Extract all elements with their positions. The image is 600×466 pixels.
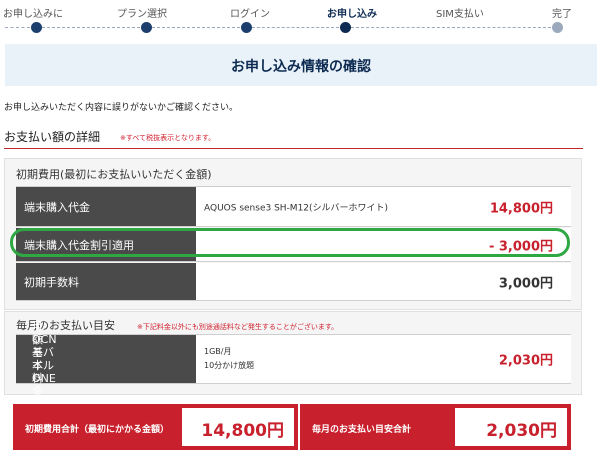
step-label-login: ログイン: [230, 9, 270, 20]
step-line: [351, 27, 551, 28]
page-title-band: お申し込み情報の確認: [5, 44, 597, 86]
initial-total-value: 14,800円: [201, 421, 284, 441]
step-line: [252, 27, 339, 28]
section-divider: [4, 148, 583, 149]
monthly-table: OCN モバイル ONE 月額基本料金 1GB/月 10分かけ放題 2,030円: [16, 320, 571, 398]
step-dot-login: [241, 22, 252, 33]
progress-steps: お申し込みに プラン選択 ログイン お申し込み SIM支払い 完了: [0, 0, 600, 40]
table-row: OCN モバイル ONE 月額基本料金 1GB/月 10分かけ放題 2,030円: [16, 320, 571, 398]
initial-fees-heading: 初期費用(最初にお支払いいただく金額): [16, 168, 212, 181]
table-row: 端末購入代金 AQUOS sense3 SH-M12(シルバーホワイト) 14,…: [16, 187, 571, 227]
step-label-sim-payment: SIM支払い: [436, 9, 484, 20]
tax-note: ※すべて税抜表示となります。: [120, 134, 216, 142]
initial-fee: 3,000円: [498, 276, 553, 291]
page-title: お申し込み情報の確認: [231, 59, 371, 75]
monthly-price: 2,030円: [498, 353, 553, 369]
step-dot-complete: [552, 22, 563, 33]
monthly-total-value: 2,030円: [486, 421, 557, 441]
step-label-plan: プラン選択: [117, 9, 167, 20]
monthly-heading: 毎月のお支払い目安: [16, 319, 115, 332]
step-label-complete: 完了: [552, 9, 572, 20]
plan-data: 1GB/月: [204, 347, 232, 356]
monthly-total-label: 毎月のお支払い目安合計: [312, 425, 412, 435]
row-label-device-price: 端末購入代金: [24, 200, 90, 214]
step-line: [5, 27, 30, 28]
step-dot-apply-intro: [31, 22, 42, 33]
row-label-initial-fee: 初期手数料: [24, 275, 79, 289]
plan-fee-label: 月額基本料金: [32, 320, 43, 398]
payment-section-title: お支払い額の詳細: [4, 130, 101, 144]
initial-total-box: 初期費用合計（最初にかかる金額） 14,800円: [13, 404, 298, 450]
plan-calls: 10分かけ放題: [204, 361, 255, 370]
initial-total-label: 初期費用合計（最初にかかる金額）: [25, 425, 170, 435]
step-label-apply-intro: お申し込みに: [3, 9, 63, 20]
table-row: 初期手数料 3,000円: [16, 263, 571, 301]
step-line: [42, 27, 140, 28]
monthly-total-box: 毎月のお支払い目安合計 2,030円: [300, 404, 571, 450]
intro-text: お申し込みいただく内容に誤りがないかご確認ください。: [4, 103, 239, 113]
discount-highlight-annotation: [10, 228, 570, 257]
step-line: [152, 27, 240, 28]
device-model: AQUOS sense3 SH-M12(シルバーホワイト): [204, 203, 389, 213]
monthly-note: ※下記料金以外にも別途通話料など発生することがございます。: [137, 323, 339, 331]
step-label-apply: お申し込み: [327, 9, 377, 20]
device-price: 14,800円: [489, 201, 553, 216]
step-dot-plan: [141, 22, 152, 33]
step-dot-apply: [340, 22, 351, 33]
